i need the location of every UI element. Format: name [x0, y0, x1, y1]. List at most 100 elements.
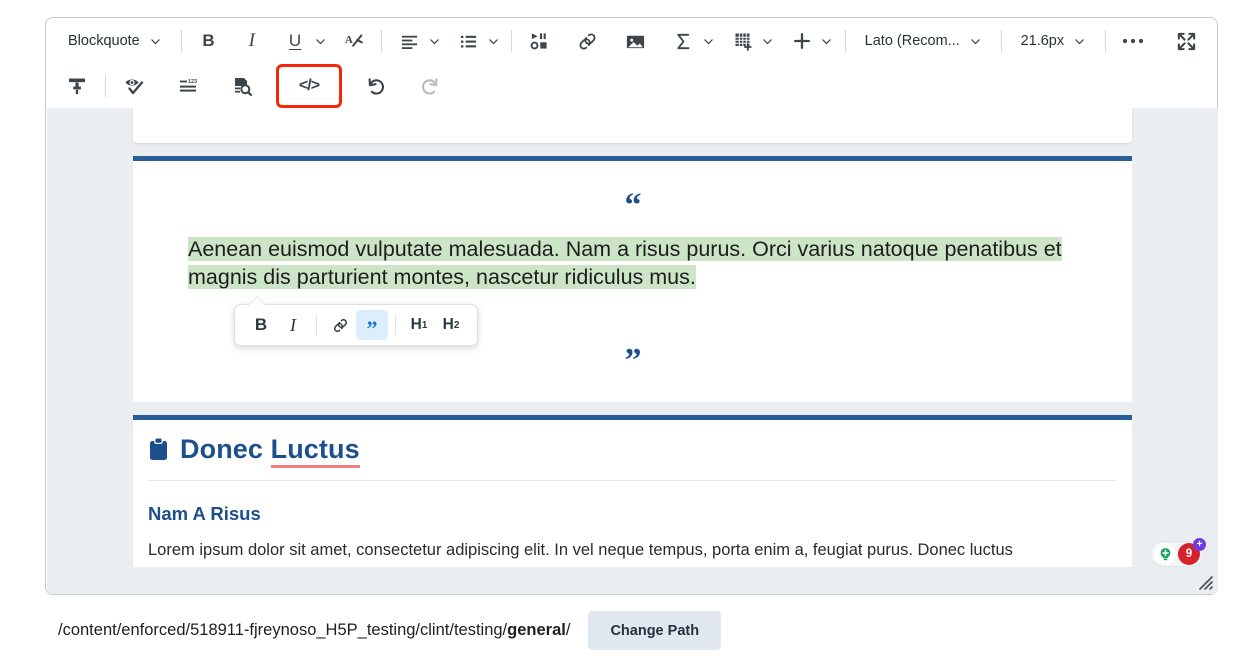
- italic-button[interactable]: I: [236, 25, 268, 57]
- toolbar-row-primary: Blockquote B I U A Lato (Recom... 21.6px: [46, 18, 1217, 64]
- chevron-down-icon: [1074, 36, 1085, 47]
- image-icon: [626, 35, 644, 48]
- h1-sub: 1: [421, 319, 428, 331]
- chevron-down-icon: [429, 36, 440, 47]
- blockquote-text[interactable]: Aenean euismod vulputate malesuada. Nam …: [183, 235, 1082, 292]
- accessibility-check-button[interactable]: [117, 70, 151, 102]
- bold-button[interactable]: B: [193, 25, 225, 57]
- floating-toolbar-divider: [316, 315, 317, 335]
- format-painter-icon: [69, 78, 85, 95]
- selected-text: Aenean euismod vulputate malesuada. Nam …: [188, 237, 1062, 290]
- sigma-icon: [677, 33, 690, 49]
- redo-icon: [422, 78, 438, 95]
- floating-format-toolbar: B I ” H1 H2: [234, 304, 478, 346]
- equation-options-chevron[interactable]: [699, 25, 715, 57]
- underline-options-chevron[interactable]: [311, 25, 327, 57]
- insert-image-button[interactable]: [619, 25, 651, 57]
- insert-more-button[interactable]: [786, 25, 818, 57]
- chevron-down-icon: [762, 36, 773, 47]
- link-icon: [333, 318, 347, 332]
- paragraph-style-dropdown[interactable]: Blockquote: [60, 25, 170, 57]
- toolbar-divider: [105, 75, 106, 97]
- align-button[interactable]: [393, 25, 425, 57]
- fullscreen-button[interactable]: [1171, 25, 1203, 57]
- chevron-down-icon: [488, 36, 499, 47]
- align-left-icon: [401, 35, 417, 49]
- path-current-folder: general: [507, 621, 566, 639]
- ellipsis-icon: [1122, 38, 1144, 44]
- insert-table-button[interactable]: [727, 25, 759, 57]
- font-family-dropdown[interactable]: Lato (Recom...: [857, 25, 990, 57]
- editor-toolbar: Blockquote B I U A Lato (Recom... 21.6px…: [46, 18, 1217, 108]
- format-painter-button[interactable]: [60, 70, 94, 102]
- font-size-dropdown[interactable]: 21.6px: [1013, 25, 1095, 57]
- word-count-button[interactable]: 123: [171, 70, 205, 102]
- issue-count: 9: [1185, 548, 1193, 560]
- chevron-down-icon: [821, 36, 832, 47]
- svg-text:123: 123: [188, 79, 197, 85]
- undo-button[interactable]: [359, 70, 393, 102]
- preview-button[interactable]: [225, 70, 259, 102]
- body-paragraph[interactable]: Lorem ipsum dolor sit amet, consectetur …: [133, 525, 1132, 563]
- table-icon: [735, 33, 752, 51]
- chevron-down-icon: [315, 36, 326, 47]
- premium-plus-badge[interactable]: +: [1193, 538, 1206, 551]
- floating-bold-button[interactable]: B: [245, 310, 277, 340]
- editor-content-area[interactable]: “ Aenean euismod vulputate malesuada. Na…: [47, 108, 1218, 594]
- floating-link-button[interactable]: [324, 310, 356, 340]
- insert-link-button[interactable]: [571, 25, 603, 57]
- content-path: /content/enforced/518911-fjreynoso_H5P_t…: [58, 621, 570, 640]
- subsection-title: Nam A Risus: [148, 502, 261, 524]
- svg-text:A: A: [345, 34, 353, 46]
- toolbar-row-secondary: 123 </>: [46, 64, 1217, 108]
- clipboard-icon: [148, 436, 169, 462]
- fullscreen-icon: [1178, 32, 1196, 50]
- previous-block-card: [133, 108, 1132, 143]
- toolbar-divider: [1105, 30, 1106, 52]
- html-editor-window: Blockquote B I U A Lato (Recom... 21.6px…: [45, 17, 1218, 595]
- screen: Blockquote B I U A Lato (Recom... 21.6px…: [0, 0, 1240, 661]
- insert-equation-button[interactable]: [667, 25, 699, 57]
- table-options-chevron[interactable]: [759, 25, 775, 57]
- path-prefix: /content/enforced/518911-fjreynoso_H5P_t…: [58, 621, 508, 639]
- undo-icon: [368, 78, 384, 95]
- chevron-down-icon: [150, 36, 161, 47]
- grammarly-widget[interactable]: 9 +: [1150, 538, 1206, 567]
- redo-button[interactable]: [413, 70, 447, 102]
- h1-label: H: [410, 316, 422, 333]
- floating-h1-button[interactable]: H1: [403, 310, 435, 340]
- align-options-chevron[interactable]: [425, 25, 441, 57]
- chevron-down-icon: [970, 36, 981, 47]
- insert-media-button[interactable]: [523, 25, 555, 57]
- media-icon: [530, 32, 547, 49]
- paragraph-style-label: Blockquote: [68, 33, 140, 49]
- clear-formatting-icon: A: [345, 34, 364, 47]
- path-bar: /content/enforced/518911-fjreynoso_H5P_t…: [0, 600, 1240, 661]
- change-path-button[interactable]: Change Path: [588, 611, 722, 650]
- section-title-plain: Donec: [180, 433, 271, 464]
- list-button[interactable]: [452, 25, 484, 57]
- more-options-button[interactable]: [1117, 25, 1149, 57]
- floating-blockquote-button[interactable]: ”: [356, 310, 388, 340]
- resize-handle[interactable]: [1196, 573, 1214, 591]
- insert-options-chevron[interactable]: [818, 25, 834, 57]
- quote-close-mark: ”: [624, 341, 642, 379]
- word-count-icon: 123: [180, 79, 197, 92]
- toolbar-divider: [844, 30, 846, 52]
- lightbulb-icon[interactable]: [1154, 543, 1176, 565]
- list-options-chevron[interactable]: [484, 25, 500, 57]
- blockquote-block[interactable]: “ Aenean euismod vulputate malesuada. Na…: [133, 161, 1132, 402]
- bullet-list-icon: [460, 35, 476, 48]
- quote-open-mark: “: [624, 187, 642, 224]
- font-size-label: 21.6px: [1020, 33, 1065, 49]
- floating-h2-button[interactable]: H2: [435, 310, 467, 340]
- floating-italic-button[interactable]: I: [277, 310, 309, 340]
- accessibility-check-icon: [125, 79, 144, 95]
- source-code-button[interactable]: </>: [276, 64, 342, 108]
- section-title: Donec Luctus: [180, 433, 360, 468]
- toolbar-divider: [180, 30, 182, 52]
- underline-button[interactable]: U: [279, 25, 311, 57]
- font-family-label: Lato (Recom...: [864, 33, 960, 49]
- clear-formatting-button[interactable]: A: [338, 25, 370, 57]
- grammarly-issue-badge[interactable]: 9 +: [1178, 538, 1206, 565]
